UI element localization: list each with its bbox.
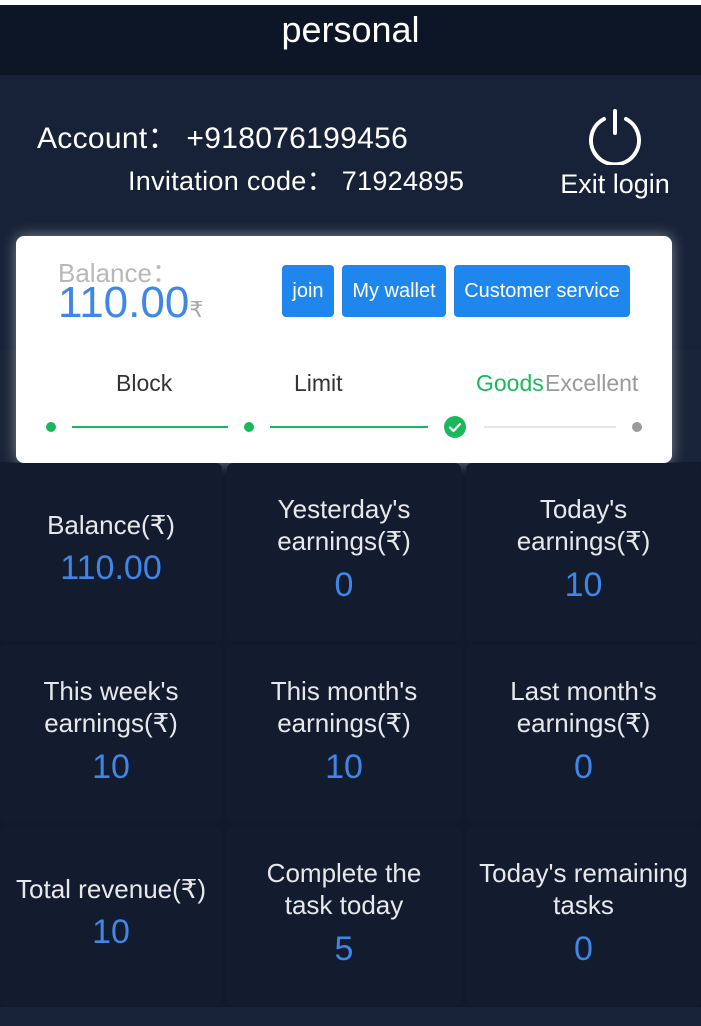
stat-value: 5 xyxy=(334,930,354,968)
stat-label: Balance(₹) xyxy=(47,510,175,540)
balance-value: 110.00 xyxy=(58,278,190,327)
balance-amount: 110.00₹ xyxy=(58,278,203,328)
stat-label: Yesterday's earnings(₹) xyxy=(277,494,411,556)
stat-week-earnings: This week's earnings(₹) 10 xyxy=(0,645,222,823)
level-line-2 xyxy=(270,426,428,428)
stat-label: Today's earnings(₹) xyxy=(516,494,651,556)
stat-value: 10 xyxy=(92,913,130,951)
account-number: Account： +918076199456 xyxy=(37,122,409,155)
exit-login-button[interactable]: Exit login xyxy=(553,107,677,200)
level-line-3 xyxy=(484,426,616,428)
level-dot-limit xyxy=(244,422,254,432)
stat-today-earnings: Today's earnings(₹) 10 xyxy=(466,463,701,641)
stat-value: 10 xyxy=(325,748,363,786)
bottom-bar xyxy=(0,1007,701,1026)
stat-label: Last month's earnings(₹) xyxy=(510,676,657,738)
level-label-block: Block xyxy=(116,370,173,396)
level-label-goods: Goods xyxy=(476,370,544,396)
stat-yesterday-earnings: Yesterday's earnings(₹) 0 xyxy=(227,463,461,641)
stat-value: 0 xyxy=(574,748,593,786)
stat-remaining-tasks: Today's remaining tasks 0 xyxy=(466,827,701,1005)
customer-service-button[interactable]: Customer service xyxy=(454,265,630,317)
stat-value: 0 xyxy=(334,566,354,604)
stat-value: 10 xyxy=(92,748,130,786)
stat-value: 0 xyxy=(574,930,593,968)
power-icon xyxy=(589,109,641,165)
exit-login-label: Exit login xyxy=(560,169,670,199)
stat-label: Total revenue(₹) xyxy=(16,874,206,904)
stat-total-revenue: Total revenue(₹) 10 xyxy=(0,827,222,1005)
currency-symbol: ₹ xyxy=(189,297,204,322)
level-label-excellent: Excellent xyxy=(545,370,639,396)
level-line-1 xyxy=(72,426,228,428)
my-wallet-button[interactable]: My wallet xyxy=(342,265,446,317)
join-button[interactable]: join xyxy=(282,265,334,317)
stat-complete-task-today: Complete the task today 5 xyxy=(227,827,461,1005)
stat-last-month-earnings: Last month's earnings(₹) 0 xyxy=(466,645,701,823)
level-dot-block xyxy=(46,422,56,432)
level-label-limit: Limit xyxy=(294,370,343,396)
stat-label: Complete the task today xyxy=(266,858,422,920)
invitation-code: Invitation code： 71924895 xyxy=(128,166,465,196)
stat-label: This month's earnings(₹) xyxy=(270,676,418,738)
page-header: personal xyxy=(0,5,701,75)
stat-balance: Balance(₹) 110.00 xyxy=(0,463,222,641)
level-dot-excellent xyxy=(632,422,642,432)
level-current-check-icon xyxy=(444,416,466,438)
stat-value: 10 xyxy=(564,566,603,604)
stat-month-earnings: This month's earnings(₹) 10 xyxy=(227,645,461,823)
stat-label: Today's remaining tasks xyxy=(479,858,688,920)
page-title: personal xyxy=(281,9,420,50)
stat-value: 110.00 xyxy=(60,549,162,587)
balance-card: Balance： 110.00₹ join My wallet Customer… xyxy=(16,236,672,463)
stat-label: This week's earnings(₹) xyxy=(43,676,179,738)
